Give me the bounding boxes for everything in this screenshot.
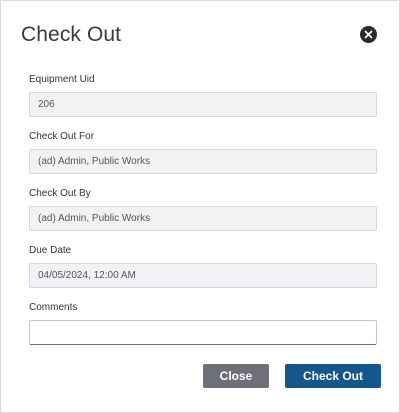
comments-label: Comments <box>29 302 78 313</box>
check-out-by-label: Check Out By <box>29 188 91 199</box>
check-out-button[interactable]: Check Out <box>285 364 381 388</box>
equipment-uid-field-group: Equipment Uid <box>29 74 377 117</box>
check-out-for-field-group: Check Out For <box>29 131 377 174</box>
close-button[interactable]: Close <box>203 364 269 388</box>
comments-field-group: Comments <box>29 302 377 345</box>
check-out-dialog: Check Out Equipment Uid Check Out For Ch… <box>0 0 400 413</box>
due-date-field[interactable] <box>29 263 377 288</box>
due-date-field-group: Due Date <box>29 245 377 288</box>
equipment-uid-label: Equipment Uid <box>29 74 95 85</box>
comments-field[interactable] <box>29 320 377 345</box>
check-out-for-label: Check Out For <box>29 131 95 142</box>
check-out-by-field-group: Check Out By <box>29 188 377 231</box>
check-out-for-field[interactable] <box>29 149 377 174</box>
check-out-by-field[interactable] <box>29 206 377 231</box>
dialog-title: Check Out <box>21 23 122 46</box>
due-date-label: Due Date <box>29 245 72 256</box>
equipment-uid-field[interactable] <box>29 92 377 117</box>
close-circle-icon[interactable] <box>360 26 377 43</box>
